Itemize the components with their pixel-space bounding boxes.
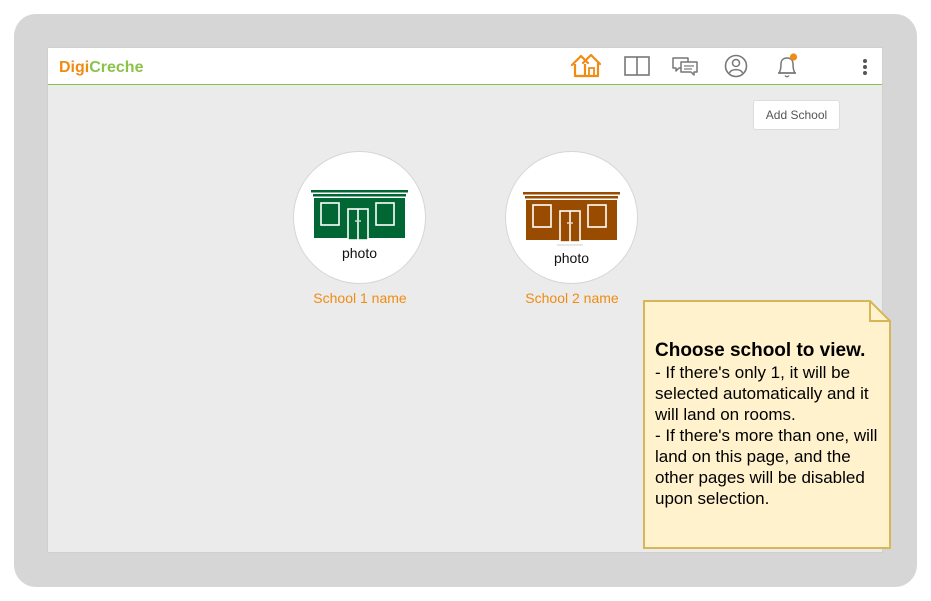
home-icon[interactable] xyxy=(570,52,602,80)
notification-dot xyxy=(789,53,798,61)
school-name-2[interactable]: School 2 name xyxy=(502,290,642,306)
school-photo-1: photo xyxy=(293,151,426,284)
add-school-button[interactable]: Add School xyxy=(753,100,840,130)
photo-label: photo xyxy=(341,245,378,261)
brand-creche: Creche xyxy=(89,59,144,76)
chat-icon[interactable] xyxy=(671,52,699,80)
bell-icon[interactable] xyxy=(775,52,799,80)
top-navigation-bar: DigiCreche xyxy=(48,48,882,85)
more-vertical-icon[interactable] xyxy=(858,56,872,78)
brand-digi: Digi xyxy=(59,59,90,76)
school-name-1[interactable]: School 1 name xyxy=(290,290,430,306)
school-card-2[interactable]: photo School 2 name xyxy=(502,151,642,311)
photo-label: photo xyxy=(553,250,590,266)
note-title: Choose school to view. xyxy=(655,340,866,361)
school-photo-2: photo xyxy=(505,151,638,284)
note-text: Choose school to view. - If there's only… xyxy=(655,340,887,509)
school-building-icon xyxy=(311,190,408,241)
book-icon[interactable] xyxy=(624,52,650,80)
annotation-note: Choose school to view. - If there's only… xyxy=(643,300,891,549)
app-logo: DigiCreche xyxy=(59,59,143,77)
note-line: - If there's only 1, it will be selected… xyxy=(655,363,869,424)
school-card-1[interactable]: photo School 1 name xyxy=(290,151,430,311)
note-line: - If there's more than one, will land on… xyxy=(655,426,878,508)
profile-icon[interactable] xyxy=(724,52,748,80)
school-building-icon xyxy=(523,192,620,246)
